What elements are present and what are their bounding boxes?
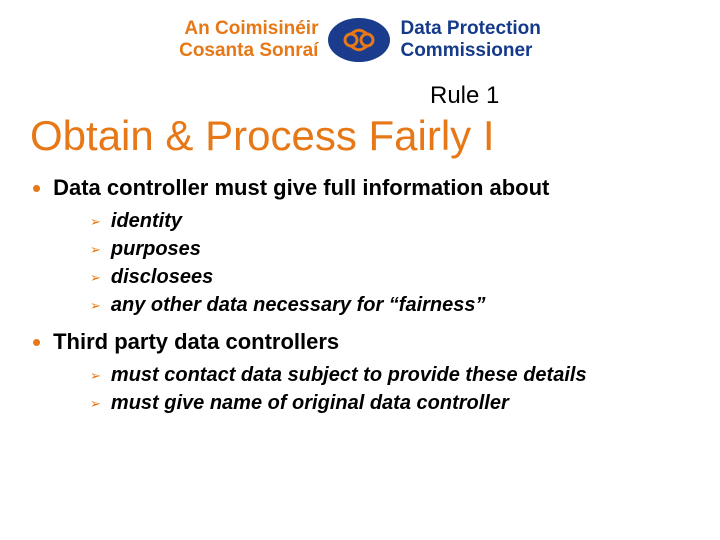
- chevron-right-icon: ➢: [90, 396, 101, 412]
- header-right-text: Data Protection Commissioner: [400, 18, 540, 62]
- sublist: ➢ must contact data subject to provide t…: [90, 362, 692, 416]
- bullet-item: • Data controller must give full informa…: [28, 174, 692, 202]
- bullet-item: • Third party data controllers: [28, 328, 692, 356]
- bullet-icon: •: [32, 328, 41, 356]
- sub-text: purposes: [111, 236, 201, 262]
- sublist: ➢ identity ➢ purposes ➢ disclosees ➢ any…: [90, 208, 692, 318]
- sub-text: disclosees: [111, 264, 213, 290]
- chevron-right-icon: ➢: [90, 368, 101, 384]
- bullet-text: Third party data controllers: [53, 328, 339, 356]
- sub-text: any other data necessary for “fairness”: [111, 292, 486, 318]
- header-left-line2: Cosanta Sonraí: [179, 40, 318, 62]
- page-title: Obtain & Process Fairly I: [30, 112, 720, 160]
- content: • Data controller must give full informa…: [0, 174, 720, 416]
- header: An Coimisinéir Cosanta Sonraí Data Prote…: [0, 0, 720, 70]
- list-item: ➢ any other data necessary for “fairness…: [90, 292, 692, 318]
- chevron-right-icon: ➢: [90, 298, 101, 314]
- header-left-line1: An Coimisinéir: [179, 18, 318, 40]
- bullet-text: Data controller must give full informati…: [53, 174, 549, 202]
- header-right-line2: Commissioner: [400, 40, 540, 62]
- sub-text: must give name of original data controll…: [111, 390, 509, 416]
- chevron-right-icon: ➢: [90, 242, 101, 258]
- header-left-text: An Coimisinéir Cosanta Sonraí: [179, 18, 318, 62]
- logo-icon: [328, 18, 390, 62]
- sub-text: identity: [111, 208, 182, 234]
- rule-label: Rule 1: [430, 82, 720, 110]
- chevron-right-icon: ➢: [90, 270, 101, 286]
- list-item: ➢ must give name of original data contro…: [90, 390, 692, 416]
- header-right-line1: Data Protection: [400, 18, 540, 40]
- sub-text: must contact data subject to provide the…: [111, 362, 587, 388]
- list-item: ➢ identity: [90, 208, 692, 234]
- list-item: ➢ disclosees: [90, 264, 692, 290]
- list-item: ➢ must contact data subject to provide t…: [90, 362, 692, 388]
- bullet-icon: •: [32, 174, 41, 202]
- chevron-right-icon: ➢: [90, 214, 101, 230]
- list-item: ➢ purposes: [90, 236, 692, 262]
